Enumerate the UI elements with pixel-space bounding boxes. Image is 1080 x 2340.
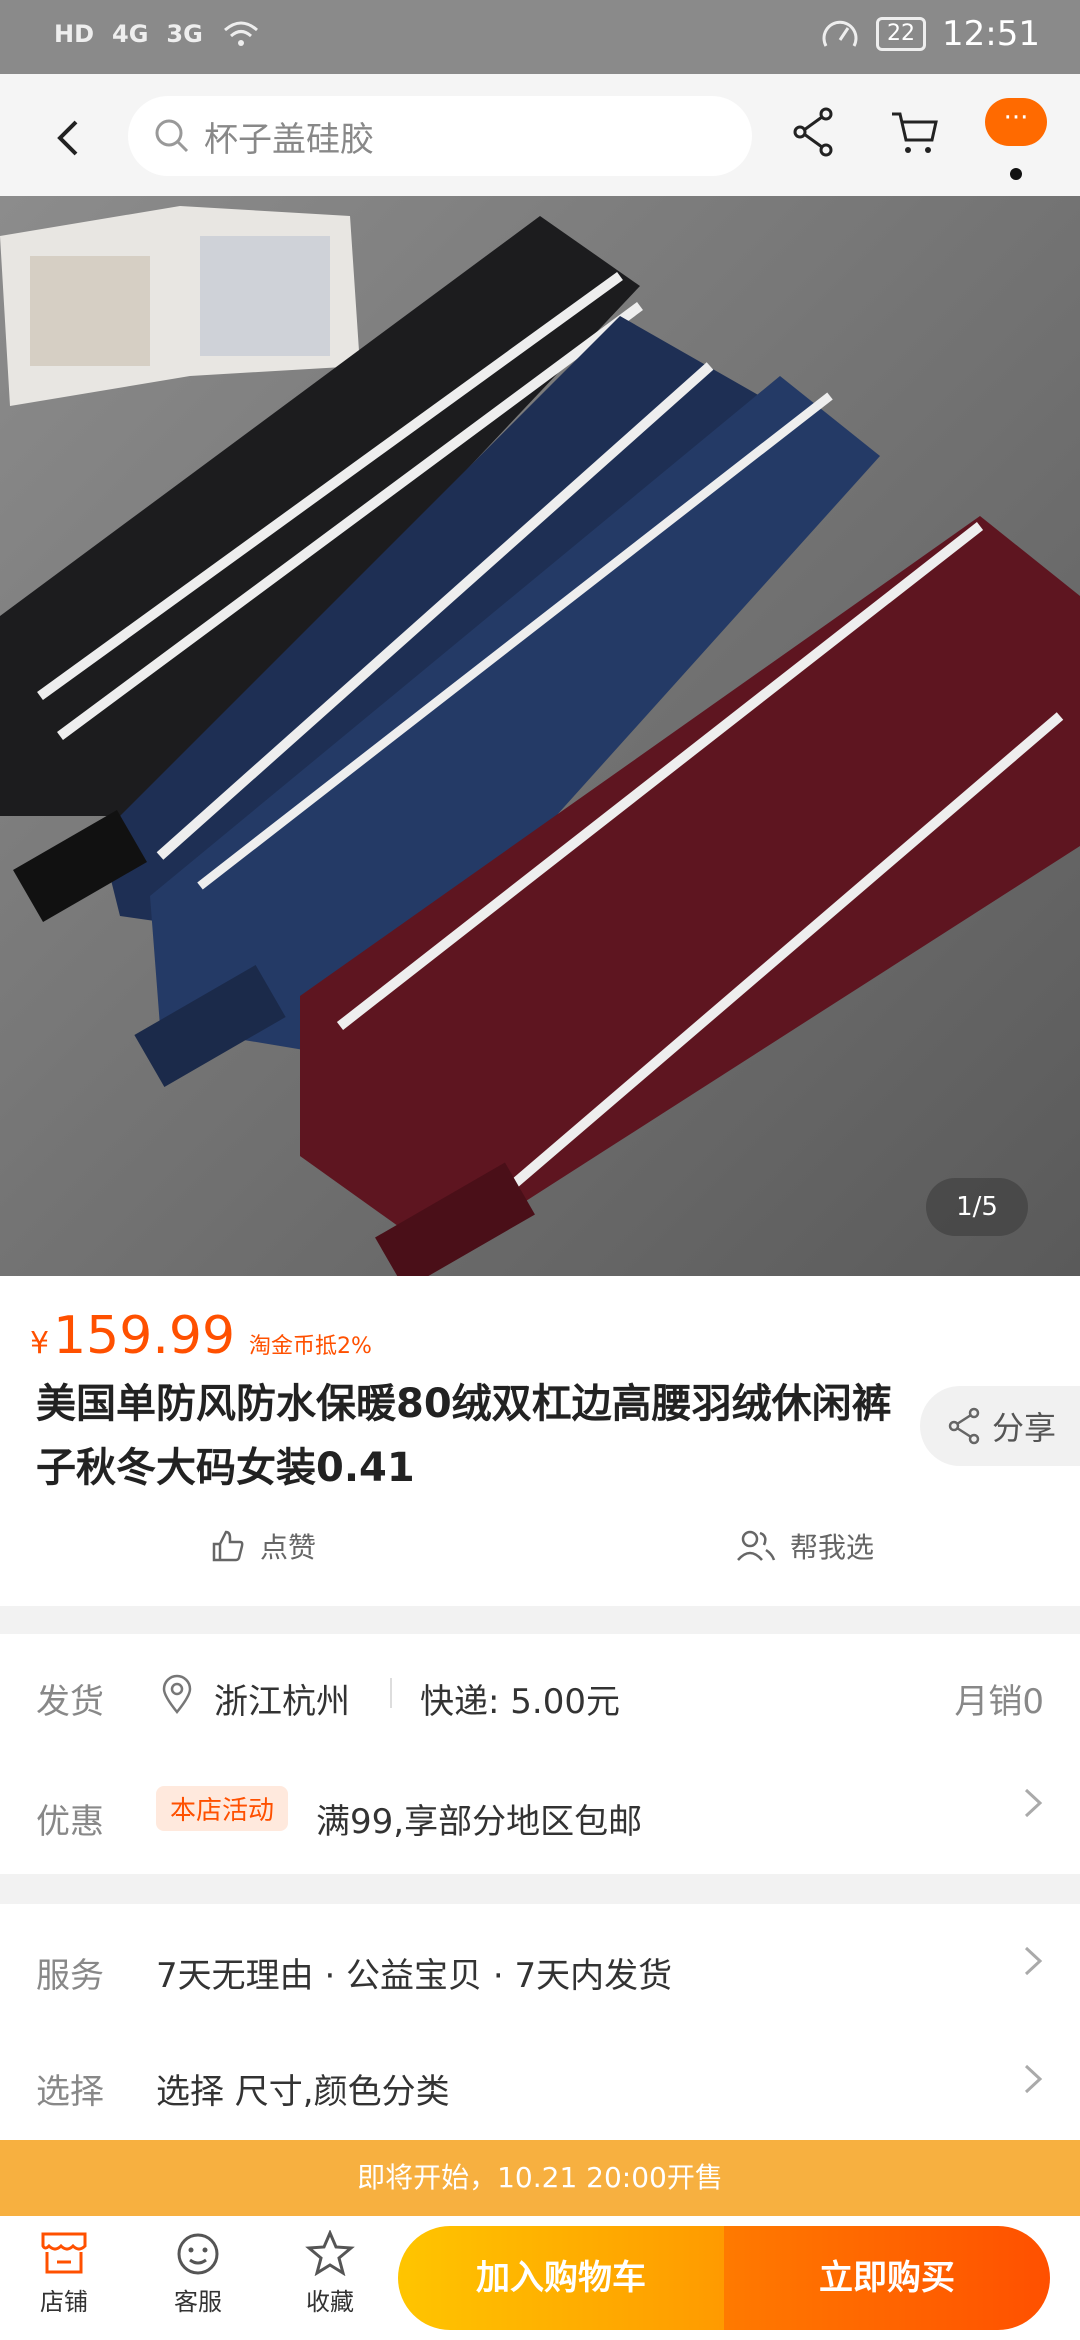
sale-countdown-banner: 即将开始，10.21 20:00开售 — [0, 2140, 1080, 2216]
service-text[interactable]: 7天无理由 · 公益宝贝 · 7天内发货 — [156, 1948, 672, 1997]
help-choose-label: 帮我选 — [790, 1531, 875, 1564]
help-choose-button[interactable]: 帮我选 — [736, 1526, 874, 1566]
service-card: 服务 7天无理由 · 公益宝贝 · 7天内发货 选择 选择 尺寸,颜色分类 — [0, 1904, 1080, 2140]
product-info: ¥ 159.99 淘金币抵2% 美国单防风防水保暖80绒双杠边高腰羽绒休闲裤子秋… — [0, 1276, 1080, 1606]
people-icon — [737, 1530, 776, 1561]
share-button[interactable]: 分享 — [920, 1386, 1080, 1466]
search-bar[interactable]: 杯子盖硅胶 — [128, 96, 752, 176]
thumbs-up-icon — [212, 1530, 244, 1562]
status-bar: HD 4G 3G 22 12:51 — [0, 0, 1080, 74]
divider — [390, 1678, 392, 1708]
coin-discount-tag: 淘金币抵2% — [249, 1334, 372, 1359]
express-fee: 快递: 5.00元 — [420, 1682, 620, 1722]
product-image-carousel[interactable]: 1/5 — [0, 196, 1080, 1276]
store-label: 店铺 — [40, 2288, 88, 2316]
product-title: 美国单防风防水保暖80绒双杠边高腰羽绒休闲裤子秋冬大码女装0.41 — [36, 1381, 892, 1491]
network-4g-icon: 4G — [112, 20, 149, 48]
price-currency: ¥ — [30, 1326, 50, 1361]
back-arrow-icon[interactable] — [44, 108, 94, 168]
notification-dot — [1010, 168, 1022, 180]
shipping-location: 浙江杭州 — [214, 1682, 350, 1722]
star-icon — [305, 2230, 355, 2276]
share-icon — [948, 1407, 980, 1445]
share-label: 分享 — [992, 1409, 1057, 1447]
top-nav: 杯子盖硅胶 ··· — [0, 74, 1080, 196]
promo-tag: 本店活动 — [156, 1786, 289, 1831]
price-value: 159.99 — [53, 1306, 236, 1366]
chevron-right-icon[interactable] — [1022, 2062, 1044, 2096]
shipping-card: 发货 浙江杭州 快递: 5.00元 月销0 优惠 本店活动 满99,享部分地区包… — [0, 1634, 1080, 1874]
like-button[interactable]: 点赞 — [210, 1526, 316, 1566]
cart-icon[interactable] — [890, 108, 940, 158]
chat-face-icon — [177, 2233, 219, 2275]
product-photo — [0, 196, 1080, 1276]
more-menu-button[interactable]: ··· — [985, 98, 1047, 146]
clock: 12:51 — [942, 14, 1040, 54]
promo-label: 优惠 — [36, 1802, 104, 1842]
store-button[interactable]: 店铺 — [14, 2230, 114, 2317]
add-to-cart-button[interactable]: 加入购物车 — [398, 2226, 724, 2330]
search-icon — [155, 119, 189, 153]
image-counter: 1/5 — [926, 1178, 1028, 1236]
customer-service-button[interactable]: 客服 — [148, 2230, 248, 2317]
favorite-button[interactable]: 收藏 — [280, 2230, 380, 2317]
service-label: 服务 — [36, 1956, 104, 1996]
chevron-right-icon[interactable] — [1022, 1786, 1044, 1820]
store-icon — [41, 2232, 87, 2274]
customer-service-label: 客服 — [174, 2288, 222, 2316]
promo-text[interactable]: 满99,享部分地区包邮 — [316, 1794, 642, 1843]
search-input[interactable]: 杯子盖硅胶 — [204, 112, 374, 161]
social-row: 点赞 帮我选 — [0, 1526, 1080, 1576]
favorite-label: 收藏 — [306, 2288, 354, 2316]
battery-indicator: 22 — [876, 17, 927, 51]
like-label: 点赞 — [260, 1531, 317, 1564]
buy-now-button[interactable]: 立即购买 — [724, 2226, 1050, 2330]
monthly-sales: 月销0 — [954, 1682, 1044, 1722]
price-row: ¥ 159.99 淘金币抵2% — [30, 1306, 372, 1366]
bottom-action-bar: 店铺 客服 收藏 加入购物车 立即购买 — [0, 2216, 1080, 2340]
share-icon[interactable] — [790, 104, 838, 160]
shipping-label: 发货 — [36, 1682, 104, 1722]
network-3g-icon: 3G — [166, 20, 203, 48]
chevron-right-icon[interactable] — [1022, 1944, 1044, 1978]
location-pin-icon — [162, 1674, 192, 1714]
speed-icon — [822, 20, 858, 47]
select-label: 选择 — [36, 2072, 104, 2112]
hd-indicator: HD — [54, 20, 95, 48]
select-text[interactable]: 选择 尺寸,颜色分类 — [156, 2064, 450, 2113]
wifi-icon — [223, 21, 258, 46]
